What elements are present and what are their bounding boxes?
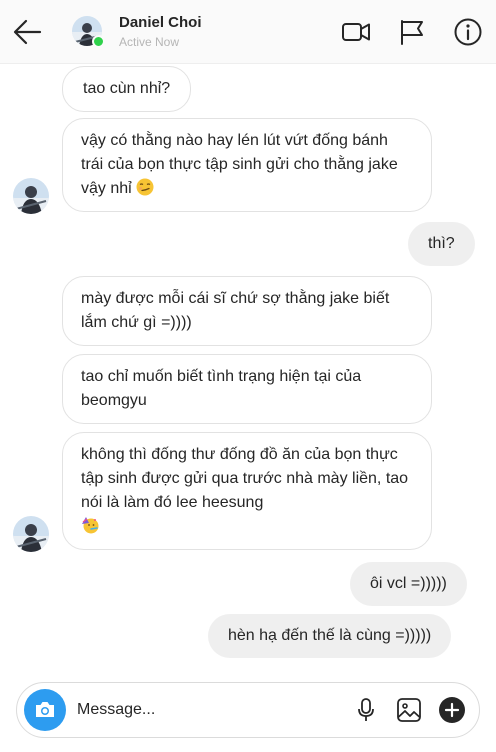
smirk-emoji-icon	[136, 178, 154, 196]
message-outgoing: thì?	[408, 222, 475, 266]
sender-avatar[interactable]	[13, 516, 49, 552]
message-text: hèn hạ đến thế là cùng =)))))	[228, 627, 432, 644]
message-text: tao chỉ muốn biết tình trạng hiện tại củ…	[81, 368, 362, 409]
message-text: vậy có thằng nào hay lén lút vứt đống bá…	[81, 132, 398, 197]
chat-header: Daniel Choi Active Now	[0, 0, 496, 64]
message-outgoing: ôi vcl =)))))	[350, 562, 467, 606]
party-face-emoji-icon	[82, 517, 99, 534]
active-status: Active Now	[119, 35, 180, 49]
message-incoming: vậy có thằng nào hay lén lút vứt đống bá…	[62, 118, 432, 212]
sender-avatar[interactable]	[13, 178, 49, 214]
flag-icon[interactable]	[396, 16, 428, 48]
message-composer	[16, 682, 480, 738]
plus-icon[interactable]	[438, 696, 466, 724]
message-incoming: không thì đống thư đống đồ ăn của bọn th…	[62, 432, 432, 550]
online-indicator	[92, 35, 105, 48]
camera-button[interactable]	[24, 689, 66, 731]
message-input[interactable]	[77, 697, 337, 723]
message-text: tao cùn nhỉ?	[83, 80, 171, 97]
camera-icon	[36, 702, 54, 717]
message-text: ôi vcl =)))))	[370, 575, 447, 592]
message-text: mày được mỗi cái sĩ chứ sợ thằng jake bi…	[81, 290, 390, 331]
back-arrow-icon[interactable]	[10, 14, 46, 50]
message-text: không thì đống thư đống đồ ăn của bọn th…	[81, 446, 409, 511]
contact-name[interactable]: Daniel Choi	[119, 14, 202, 31]
message-incoming: tao chỉ muốn biết tình trạng hiện tại củ…	[62, 354, 432, 424]
microphone-icon[interactable]	[352, 696, 380, 724]
video-call-icon[interactable]	[340, 16, 372, 48]
message-incoming: mày được mỗi cái sĩ chứ sợ thằng jake bi…	[62, 276, 432, 346]
message-text: thì?	[428, 235, 455, 252]
image-icon[interactable]	[395, 696, 423, 724]
info-icon[interactable]	[452, 16, 484, 48]
message-outgoing: hèn hạ đến thế là cùng =)))))	[208, 614, 452, 658]
message-incoming: tao cùn nhỉ?	[62, 66, 192, 112]
